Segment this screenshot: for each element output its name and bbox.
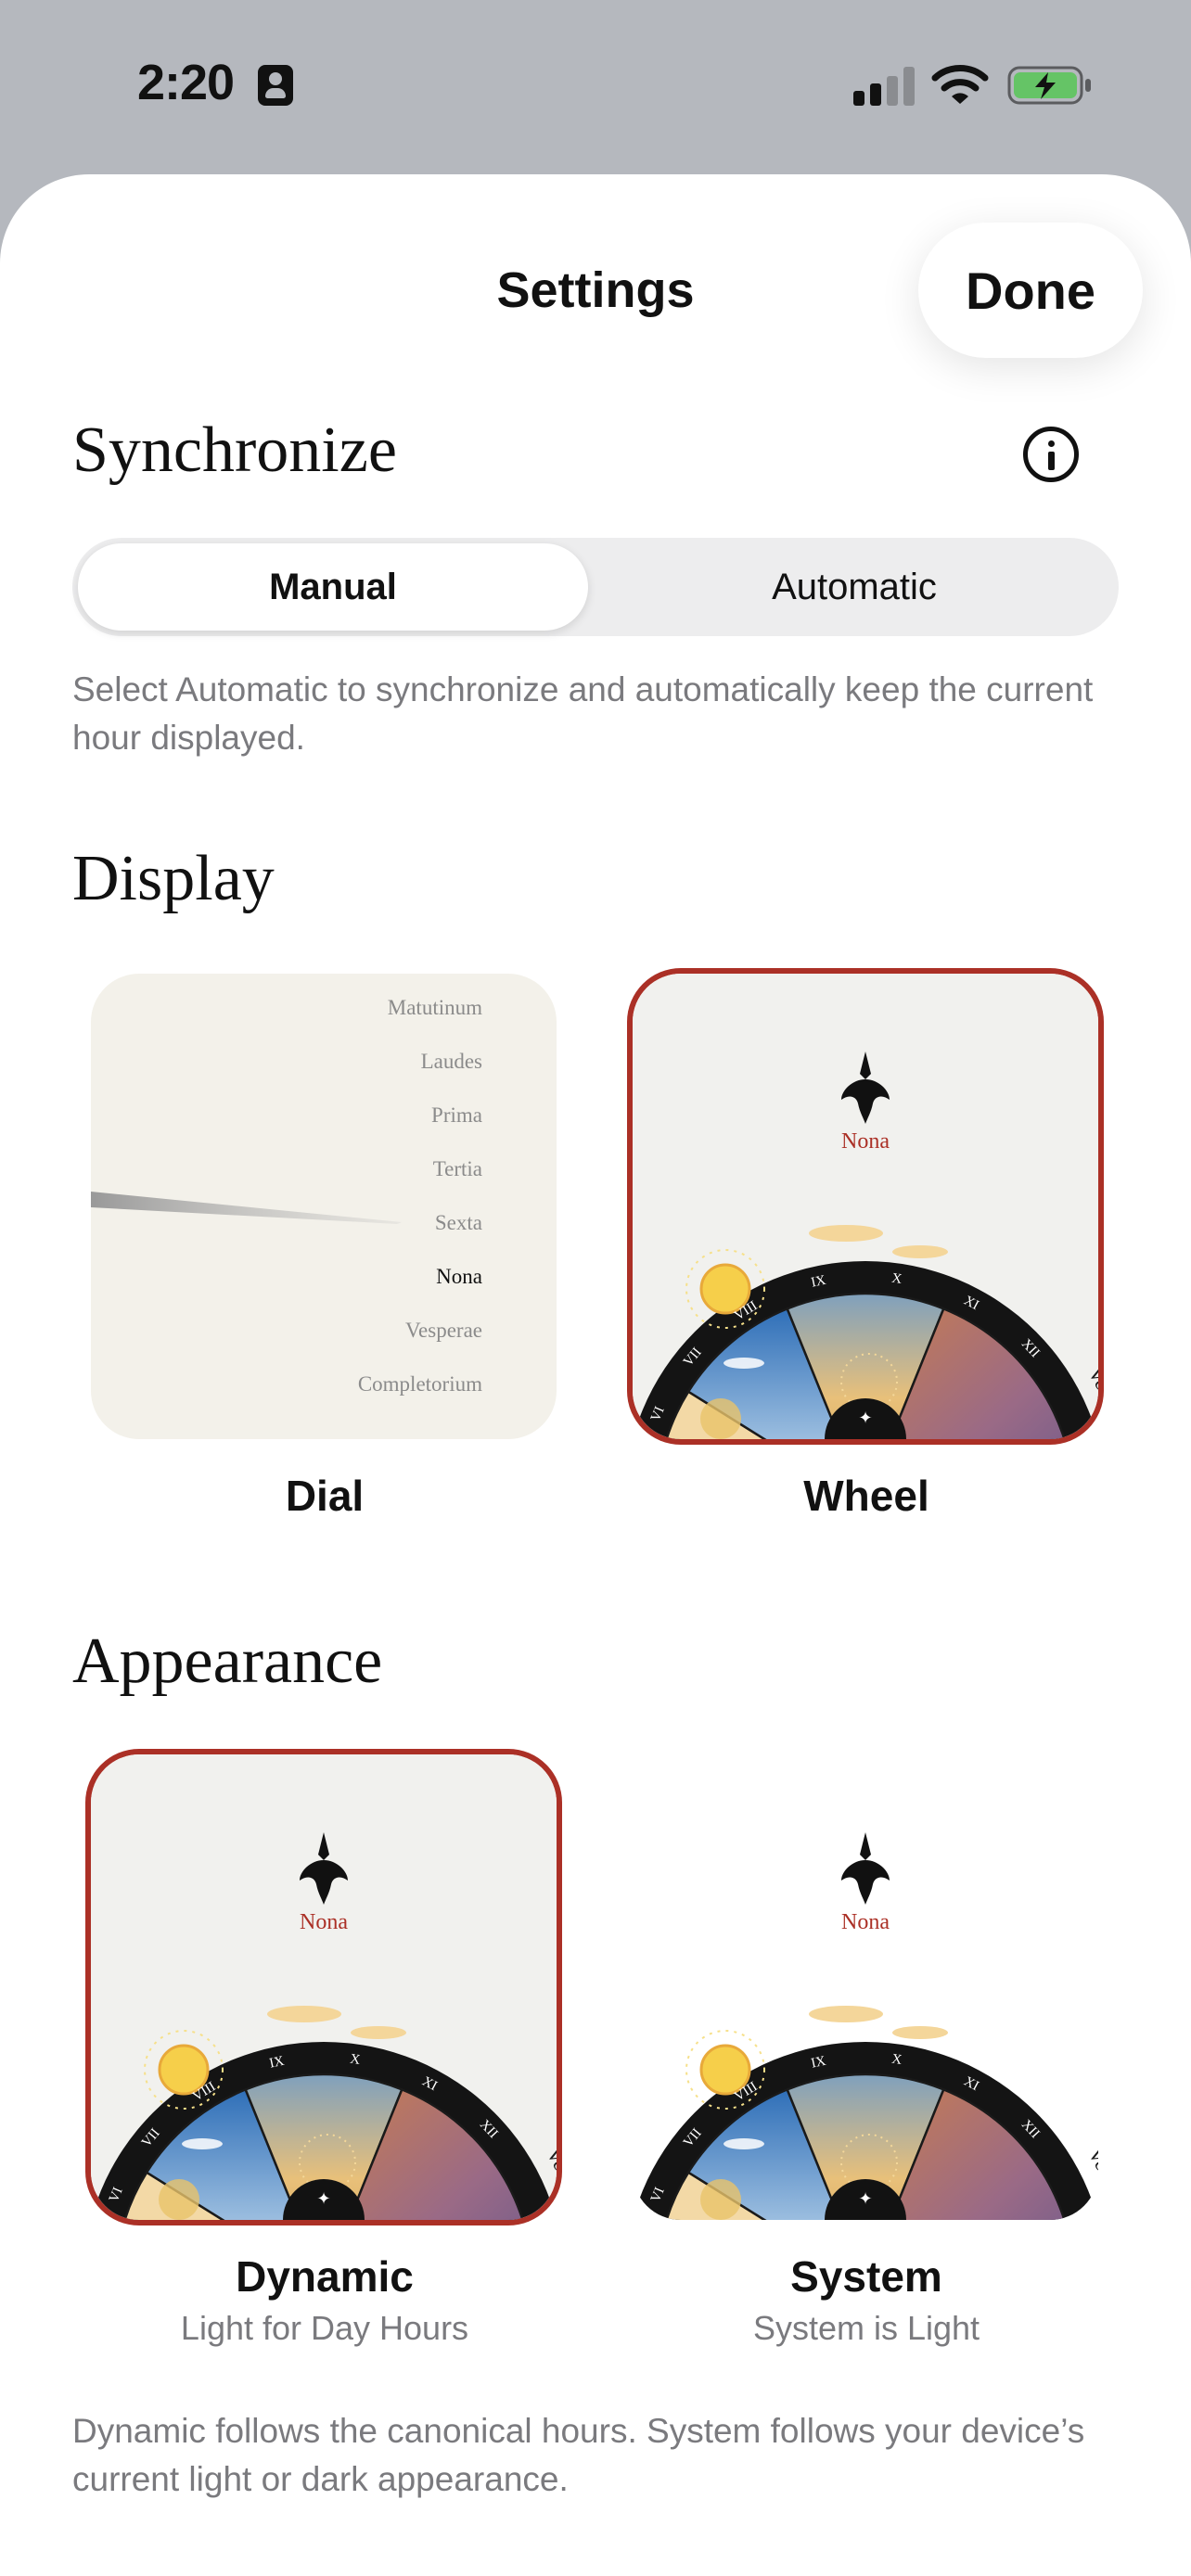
contact-card-icon [258, 65, 293, 106]
wheel-preview-icon: ✦VIVIIVIIIIXXXIXIISextaVeNona [633, 974, 1098, 1439]
wheel-preview-icon: ✦VIVIIVIIIIXXXIXIISextaVeNona [91, 1754, 557, 2220]
system-option-sublabel: System is Light [752, 2309, 980, 2347]
cloud-icon [809, 1225, 883, 1242]
cloud-icon [724, 2138, 764, 2149]
cloud-icon [351, 2026, 406, 2039]
wheel-current-hour: Nona [300, 1910, 348, 1934]
system-option-label: System [790, 2252, 942, 2301]
sun-low-icon [700, 2179, 741, 2220]
dial-hour: Vesperae [404, 1319, 482, 1342]
wifi-icon [931, 65, 989, 104]
wheel-option-label: Wheel [803, 1472, 929, 1520]
dial-shadow-icon [91, 1192, 402, 1224]
synchronize-heading: Synchronize [72, 414, 397, 486]
done-button[interactable]: Done [918, 223, 1143, 358]
dial-hour: Laudes [420, 1050, 482, 1073]
wheel-option-card[interactable]: ✦VIVIIVIIIIXXXIXIISextaVeNona [633, 974, 1098, 1439]
dynamic-option-label: Dynamic [236, 2252, 414, 2301]
dynamic-option-sublabel: Light for Day Hours [180, 2309, 469, 2347]
segment-automatic[interactable]: Automatic [596, 543, 1113, 631]
cloud-icon [809, 2006, 883, 2022]
appearance-heading: Appearance [72, 1626, 383, 1697]
dial-option-label: Dial [285, 1472, 365, 1520]
sun-low-icon [159, 2179, 199, 2220]
cloud-icon [892, 1245, 948, 1258]
battery-charging-icon [1007, 66, 1091, 105]
dynamic-option-card[interactable]: ✦VIVIIVIIIIXXXIXIISextaVeNona [91, 1754, 557, 2220]
info-circle-icon[interactable] [1023, 427, 1079, 482]
synchronize-footnote: Select Automatic to synchronize and auto… [72, 670, 1094, 757]
cellular-signal-icon [853, 67, 915, 106]
sun-low-icon [700, 1398, 741, 1439]
cloud-icon [892, 2026, 948, 2039]
hub-star-icon: ✦ [858, 2189, 872, 2209]
cloud-icon [724, 1358, 764, 1369]
hub-star-icon: ✦ [858, 1409, 872, 1428]
dial-option-card[interactable]: Matutinum Laudes Prima Tertia Sexta Nona… [91, 974, 557, 1439]
segment-manual[interactable]: Manual [78, 543, 588, 631]
wheel-edge-label: Ve [1084, 2144, 1098, 2174]
dial-hour-current: Nona [436, 1265, 482, 1288]
cloud-icon [182, 2138, 223, 2149]
status-bar: 2:20 [0, 0, 1191, 176]
sync-segmented-control: Manual Automatic [72, 538, 1119, 636]
wheel-current-hour: Nona [841, 1910, 890, 1934]
dial-hour: Matutinum [387, 996, 482, 1019]
dial-hour: Completorium [357, 1372, 482, 1396]
appearance-footnote: Dynamic follows the canonical hours. Sys… [72, 2412, 1085, 2498]
cloud-icon [267, 2006, 341, 2022]
pointer-ornament-icon [841, 1832, 890, 1905]
wheel-preview-icon: ✦VIVIIVIIIIXXXIXIISextaVeNona [633, 1832, 1098, 2220]
dial-hour: Prima [431, 1103, 482, 1127]
status-time: 2:20 [137, 55, 235, 110]
hub-star-icon: ✦ [316, 2189, 330, 2209]
wheel-current-hour: Nona [841, 1129, 890, 1154]
system-option-card[interactable]: ✦VIVIIVIIIIXXXIXIISextaVeNona [633, 1754, 1098, 2220]
display-heading: Display [72, 843, 275, 914]
